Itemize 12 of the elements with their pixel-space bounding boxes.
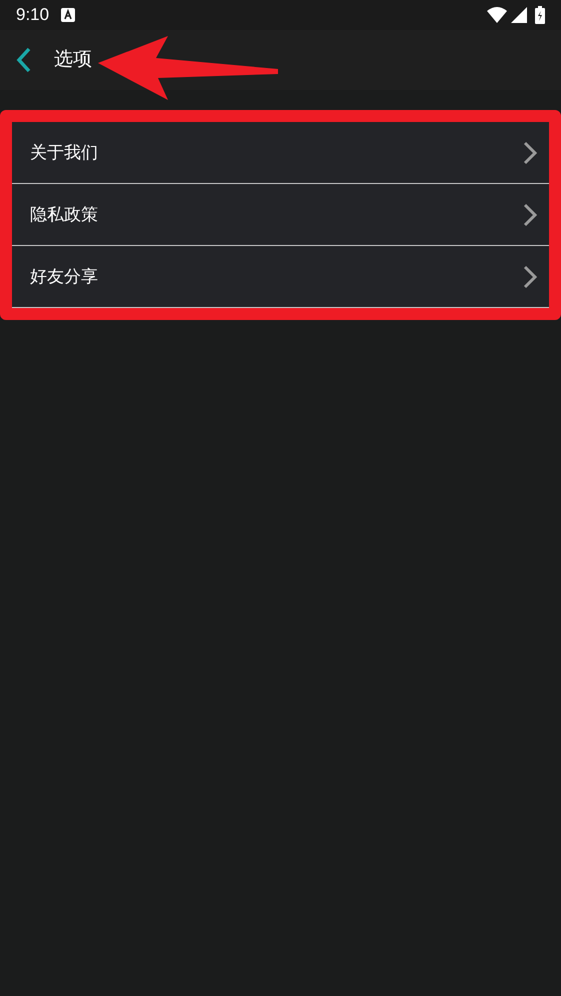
wifi-icon [487,7,507,23]
menu-item[interactable]: 隐私政策 [12,184,549,246]
menu-item[interactable]: 好友分享 [12,246,549,308]
signal-icon [511,7,527,23]
menu-item[interactable]: 关于我们 [12,122,549,184]
battery-icon [535,6,545,24]
chevron-icon [523,202,537,226]
chevron-icon [523,140,537,164]
chevron-icon [523,264,537,288]
status-time: 9:10 [16,4,50,26]
notification-icon [61,8,76,22]
screen-title: 选项 [54,48,92,72]
